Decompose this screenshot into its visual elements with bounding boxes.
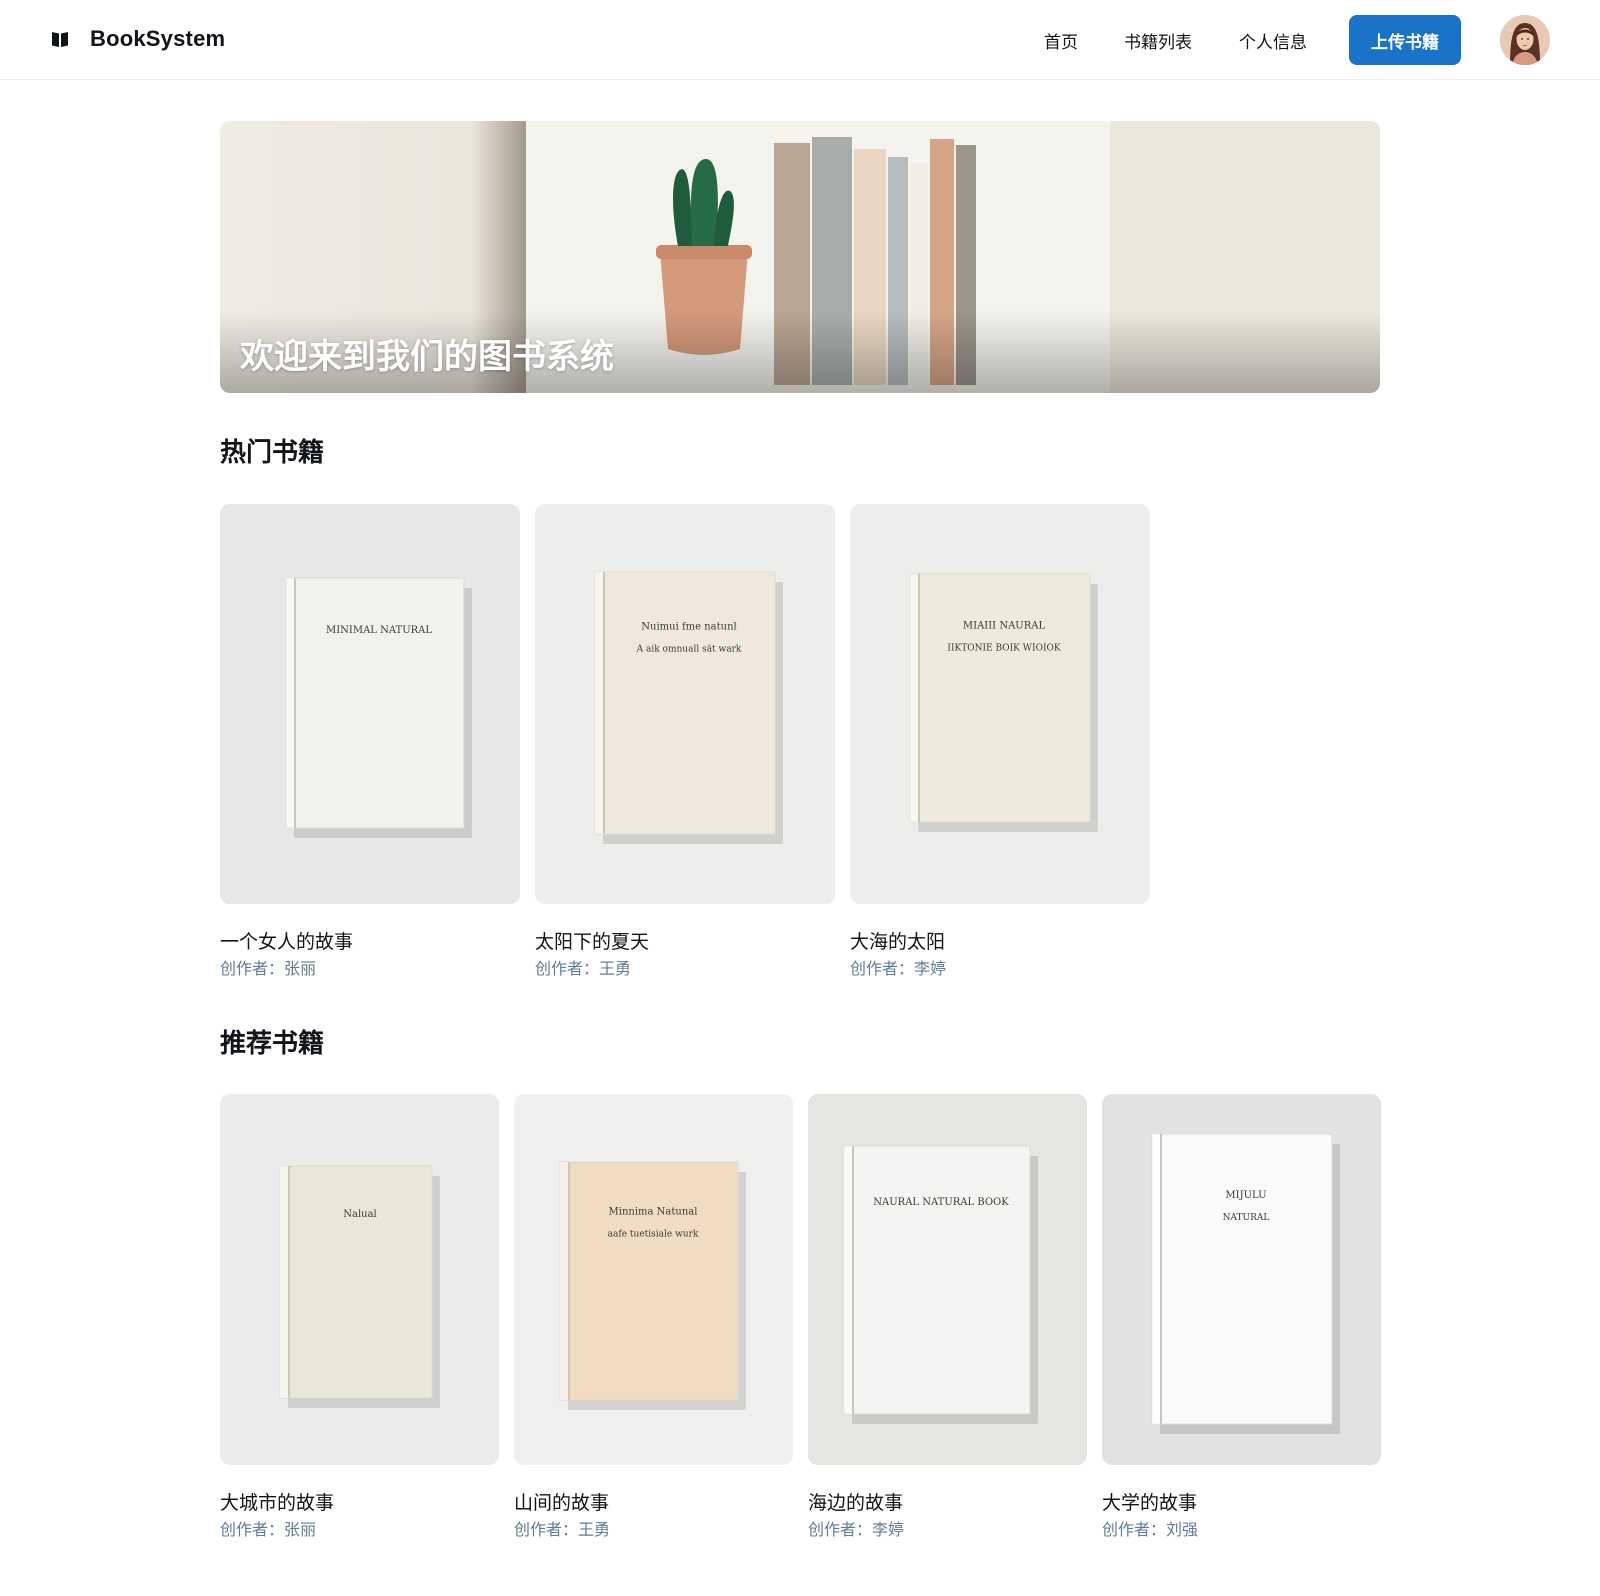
popular-section-title: 热门书籍: [220, 438, 325, 468]
book-cover-image[interactable]: Nuimui fme natunl A aik omnuall sät wark: [535, 504, 835, 904]
book-mockup: MIJULU NATURAL: [1151, 1133, 1340, 1434]
book-author: 创作者：李婷: [808, 1520, 905, 1539]
book-card[interactable]: NAURAL NATURAL BOOK 海边的故事创作者：李婷: [808, 1094, 1087, 1540]
book-card[interactable]: MIAIII NAURAL IIKTONIE BOIK WIOIOK 大海的太阳创作…: [850, 504, 1150, 979]
book-title[interactable]: 大学的故事: [1102, 1488, 1197, 1515]
nav-book-list[interactable]: 书籍列表: [1124, 28, 1192, 53]
book-author: 创作者：张丽: [220, 1520, 317, 1539]
book-author: 创作者：王勇: [514, 1520, 611, 1539]
book-mockup: MIAIII NAURAL IIKTONIE BOIK WIOIOK: [909, 573, 1098, 832]
cover-text: IIKTONIE BOIK WIOIOK: [947, 644, 1060, 654]
book-mockup: NAURAL NATURAL BOOK: [843, 1145, 1038, 1424]
cover-text: Nalual: [343, 1209, 377, 1220]
book-cover-image[interactable]: MIJULU NATURAL: [1102, 1094, 1381, 1465]
book-title[interactable]: 海边的故事: [808, 1488, 903, 1515]
upload-book-button[interactable]: 上传书籍: [1349, 15, 1461, 65]
cover-text: MIAIII NAURAL: [963, 621, 1046, 632]
book-card[interactable]: Nuimui fme natunl A aik omnuall sät wark 太…: [535, 504, 835, 979]
cover-text: NAURAL NATURAL BOOK: [873, 1197, 1009, 1208]
book-title[interactable]: 太阳下的夏天: [535, 927, 649, 954]
book-cover-image[interactable]: Nalual: [220, 1094, 499, 1465]
book-card[interactable]: Nalual 大城市的故事创作者：张丽: [220, 1094, 499, 1540]
cover-text: NATURAL: [1223, 1213, 1270, 1223]
brand-name: BookSystem: [90, 26, 226, 51]
book-mockup: MINIMAL NATURAL: [285, 577, 472, 838]
cover-text: A aik omnuall sät wark: [636, 645, 742, 655]
nav-home[interactable]: 首页: [1044, 28, 1078, 53]
book-title[interactable]: 山间的故事: [514, 1488, 609, 1515]
book-mockup: Minnima Natunal aafe tuetisiale wurk: [559, 1161, 746, 1410]
book-mockup: Nuimui fme natunl A aik omnuall sät wark: [594, 571, 783, 844]
recommended-section-title: 推荐书籍: [220, 1029, 325, 1059]
top-navbar: BookSystem 首页 书籍列表 个人信息 上传书籍: [0, 0, 1600, 80]
book-title[interactable]: 一个女人的故事: [220, 927, 353, 954]
cover-text: aafe tuetisiale wurk: [608, 1229, 699, 1239]
book-title[interactable]: 大海的太阳: [850, 927, 945, 954]
hero-banner: 欢迎来到我们的图书系统: [220, 121, 1380, 393]
cover-text: Nuimui fme natunl: [641, 622, 736, 633]
book-icon: [52, 32, 68, 47]
nav-profile[interactable]: 个人信息: [1239, 28, 1307, 53]
book-card[interactable]: MIJULU NATURAL 大学的故事创作者：刘强: [1102, 1094, 1381, 1540]
book-cover-image[interactable]: Minnima Natunal aafe tuetisiale wurk: [514, 1094, 793, 1465]
book-title[interactable]: 大城市的故事: [220, 1488, 334, 1515]
book-mockup: Nalual: [279, 1165, 440, 1408]
hero-title: 欢迎来到我们的图书系统: [240, 337, 614, 377]
book-author: 创作者：张丽: [220, 959, 317, 978]
book-author: 创作者：刘强: [1102, 1520, 1199, 1539]
book-cover-image[interactable]: MIAIII NAURAL IIKTONIE BOIK WIOIOK: [850, 504, 1150, 904]
cover-text: MINIMAL NATURAL: [326, 625, 432, 636]
book-cover-image[interactable]: MINIMAL NATURAL: [220, 504, 520, 904]
avatar-portrait-icon: [1500, 15, 1550, 65]
book-card[interactable]: Minnima Natunal aafe tuetisiale wurk 山间的故事…: [514, 1094, 793, 1540]
book-author: 创作者：李婷: [850, 959, 947, 978]
user-avatar[interactable]: [1500, 15, 1550, 65]
cover-text: MIJULU: [1225, 1190, 1266, 1201]
book-cover-image[interactable]: NAURAL NATURAL BOOK: [808, 1094, 1087, 1465]
book-author: 创作者：王勇: [535, 959, 632, 978]
book-card[interactable]: MINIMAL NATURAL 一个女人的故事创作者：张丽: [220, 504, 520, 979]
cover-text: Minnima Natunal: [609, 1206, 698, 1217]
brand-logo[interactable]: BookSystem: [50, 26, 225, 52]
